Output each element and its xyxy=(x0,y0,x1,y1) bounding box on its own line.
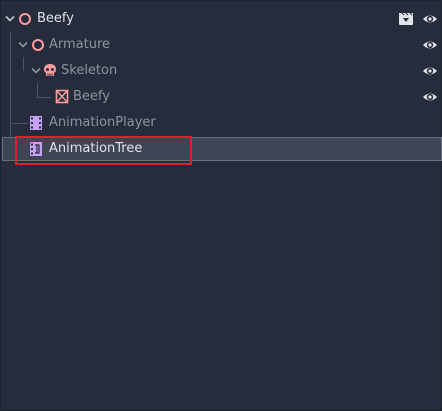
tree-item-label: Skeleton xyxy=(61,63,118,78)
annotation-highlight-box xyxy=(15,136,192,165)
tree-item-armature[interactable]: Armature xyxy=(2,33,442,57)
scene-tree-panel: Beefy Armature Skeleton Beefy AnimationP… xyxy=(0,0,442,411)
tree-item-label: Armature xyxy=(49,37,111,52)
visibility-eye-icon[interactable] xyxy=(422,64,438,78)
mesh-instance-icon xyxy=(55,89,69,104)
chevron-down-icon[interactable] xyxy=(31,67,41,75)
animation-player-icon xyxy=(30,116,42,130)
tree-item-label: AnimationPlayer xyxy=(49,115,156,130)
chevron-down-icon[interactable] xyxy=(5,15,15,23)
node3d-icon xyxy=(19,13,31,25)
chevron-down-icon[interactable] xyxy=(18,41,28,49)
tree-item-skeleton[interactable]: Skeleton xyxy=(2,59,442,83)
visibility-eye-icon[interactable] xyxy=(422,12,438,26)
tree-item-label: Beefy xyxy=(37,11,74,26)
tree-item-beefy-mesh[interactable]: Beefy xyxy=(2,85,442,109)
visibility-eye-icon[interactable] xyxy=(422,38,438,52)
skeleton-icon xyxy=(44,64,56,76)
tree-item-beefy-root[interactable]: Beefy xyxy=(2,7,442,31)
node3d-icon xyxy=(32,39,44,51)
visibility-eye-icon[interactable] xyxy=(422,90,438,104)
tree-item-animation-player[interactable]: AnimationPlayer xyxy=(2,111,442,135)
tree-item-label: Beefy xyxy=(73,89,110,104)
scene-instance-icon[interactable] xyxy=(398,12,414,26)
